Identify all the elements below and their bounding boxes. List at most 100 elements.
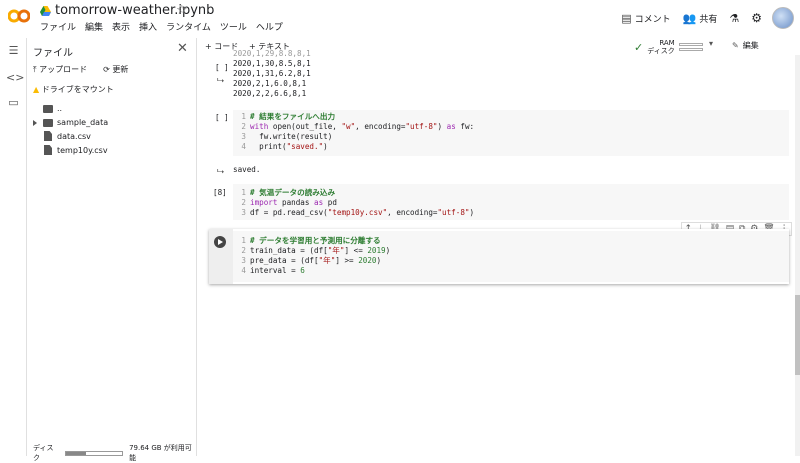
comment-button[interactable]: ▤ コメント: [621, 12, 670, 25]
people-icon: 👥: [682, 11, 697, 25]
comment-icon: ▤: [621, 11, 632, 25]
code-token: "年": [327, 246, 345, 255]
gear-icon[interactable]: ⚙: [751, 11, 762, 25]
code-token: pre_data = (df[: [250, 256, 319, 265]
output-block: 2020,1,30,8.5,8,1 2020,1,31,6.2,8,1 2020…: [233, 59, 311, 99]
code-token: import: [250, 198, 278, 207]
colab-logo[interactable]: [8, 9, 30, 23]
mount-drive-button[interactable]: ▲ ドライブをマウント: [33, 84, 114, 95]
code-token: , encoding=: [387, 208, 438, 217]
menu-runtime[interactable]: ランタイム: [166, 20, 211, 33]
disk-usage: ディスク 79.64 GB が利用可能: [33, 443, 196, 463]
disk-label: ディスク: [647, 47, 675, 55]
scrollbar[interactable]: [795, 55, 800, 456]
disk-meter: [678, 48, 703, 51]
code-token: print(: [250, 142, 287, 151]
cell-bracket: [ ]: [215, 113, 229, 122]
scrollbar-thumb[interactable]: [795, 295, 800, 375]
edit-button[interactable]: ✎ 編集: [732, 40, 759, 51]
drive-icon: ▲: [33, 85, 40, 94]
menu-help[interactable]: ヘルプ: [256, 20, 283, 33]
menu-edit[interactable]: 編集: [85, 20, 103, 33]
play-icon[interactable]: [214, 236, 226, 248]
notebook-area: [ ] ⮡ 2020,1,29,8.8,8,1 2020,1,30,8.5,8,…: [197, 49, 800, 456]
resource-labels: RAM ディスク: [647, 39, 675, 55]
close-icon[interactable]: ✕: [177, 41, 188, 56]
cell-output: saved.: [233, 165, 261, 174]
code-token: "utf-8": [437, 208, 470, 217]
tree-item-temp10y-csv[interactable]: temp10y.csv: [44, 145, 108, 155]
output-line: 2020,2,1,6.0,8,1: [233, 79, 307, 88]
ram-meter: [678, 43, 703, 46]
upload-label: アップロード: [39, 65, 88, 74]
star-icon[interactable]: ☆: [176, 3, 188, 18]
folder-icon: [43, 104, 53, 113]
refresh-button[interactable]: ⟳ 更新: [103, 64, 136, 75]
tree-item-label: sample_data: [57, 118, 109, 127]
menu-tools[interactable]: ツール: [220, 20, 247, 33]
code-snippets-icon[interactable]: <>: [6, 71, 24, 84]
menu-insert[interactable]: 挿入: [139, 20, 157, 33]
code-token: ] <=: [344, 246, 368, 255]
resource-indicator[interactable]: ✓ RAM ディスク: [634, 39, 703, 55]
notebook-title-text: tomorrow-weather.ipynb: [55, 3, 215, 18]
tree-item-data-csv[interactable]: data.csv: [44, 131, 91, 141]
output-line: 2020,1,30,8.5,8,1: [233, 59, 311, 68]
tree-item-label: data.csv: [57, 131, 91, 141]
tree-item-sample-data[interactable]: sample_data: [33, 118, 108, 127]
share-label: 共有: [699, 14, 718, 25]
file-icon: [44, 131, 52, 141]
cell-bracket: [ ]: [215, 63, 229, 72]
code-token: "年": [318, 256, 336, 265]
code-token: ): [385, 246, 391, 255]
code-token: "temp10y.csv": [327, 208, 388, 217]
edit-label: 編集: [742, 41, 759, 50]
code-token: ): [469, 208, 475, 217]
share-button[interactable]: 👥 共有: [683, 12, 718, 25]
code-cell[interactable]: 1 # 結果をファイルへ出力 2 with open(out_file, "w", …: [233, 110, 789, 156]
code-token: as: [314, 198, 324, 207]
output-icon[interactable]: ⮡: [217, 167, 224, 177]
flask-icon[interactable]: ⚗: [729, 12, 739, 25]
upload-button[interactable]: ⤒ アップロード: [33, 64, 95, 75]
output-line: 2020,1,31,6.2,8,1: [233, 69, 311, 78]
code-token: fw.write(result): [250, 132, 333, 141]
code-token: with: [250, 122, 269, 131]
code-token: ): [437, 122, 447, 131]
pencil-icon: ✎: [732, 41, 739, 50]
avatar[interactable]: [772, 7, 794, 29]
code-cell[interactable]: 1 # データを学習用と予測用に分離する 2 train_data = (df["年…: [233, 231, 789, 282]
files-panel: ファイル ✕ ⤒ アップロード ⟳ 更新 ▲ ドライブをマウント .. samp…: [27, 38, 197, 462]
chevron-right-icon[interactable]: [33, 119, 37, 126]
output-icon[interactable]: ⮡: [217, 76, 224, 86]
menu-view[interactable]: 表示: [112, 20, 130, 33]
notebook-title[interactable]: tomorrow-weather.ipynb: [40, 3, 214, 18]
code-token: fw:: [455, 122, 475, 131]
code-token: train_data = (df[: [250, 246, 328, 255]
menu-file[interactable]: ファイル: [40, 20, 76, 33]
chevron-down-icon[interactable]: ▾: [709, 39, 713, 48]
disk-usage-bar: [65, 450, 124, 456]
files-panel-title: ファイル: [33, 48, 73, 59]
code-token: pd: [323, 198, 337, 207]
drive-icon: [40, 5, 51, 16]
folder-icon[interactable]: ▭: [6, 96, 21, 109]
code-token: open(out_file,: [268, 122, 342, 131]
output-line: 2020,2,2,6.6,8,1: [233, 89, 307, 98]
code-token: interval =: [250, 266, 301, 275]
disk-free-text: 79.64 GB が利用可能: [129, 444, 192, 462]
file-icon: [44, 145, 52, 155]
code-token: 6: [300, 266, 305, 275]
code-cell[interactable]: 1 # 気温データの読み込み 2 import pandas as pd 3 df =…: [233, 184, 789, 220]
toc-icon[interactable]: ☰: [6, 44, 21, 57]
code-token: ] >=: [335, 256, 359, 265]
code-token: as: [446, 122, 456, 131]
output-line-cut: 2020,1,29,8.8,8,1: [233, 49, 311, 58]
refresh-label: 更新: [112, 65, 129, 74]
ram-label: RAM: [659, 39, 675, 47]
menu-bar: ファイル 編集 表示 挿入 ランタイム ツール ヘルプ: [40, 20, 292, 33]
tree-item-parent[interactable]: ..: [43, 104, 62, 113]
app-header: tomorrow-weather.ipynb ☆ ファイル 編集 表示 挿入 ラ…: [0, 0, 800, 38]
left-rail: ☰ <> ▭: [0, 38, 27, 456]
check-icon: ✓: [634, 40, 644, 54]
